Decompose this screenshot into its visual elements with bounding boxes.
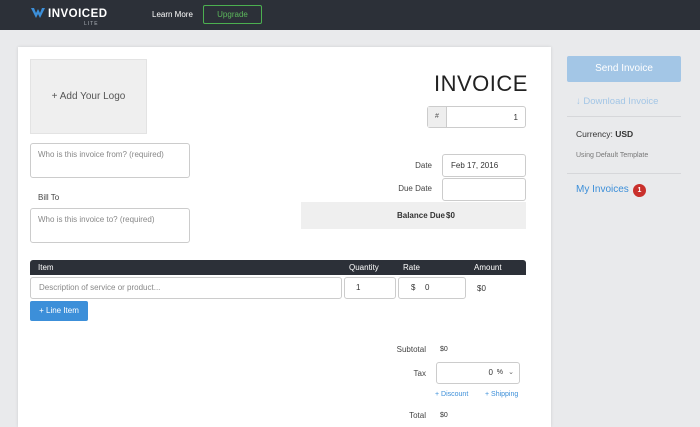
subtotal-label: Subtotal: [396, 345, 426, 354]
template-info: Using Default Template: [576, 152, 649, 159]
subtotal-value: $0: [440, 346, 448, 353]
bill-to-field[interactable]: Who is this invoice to? (required): [30, 208, 190, 243]
item-quantity-input[interactable]: 1: [344, 277, 396, 299]
header-item: Item: [38, 263, 54, 272]
download-invoice-label: Download Invoice: [583, 96, 659, 107]
currency-value: USD: [615, 129, 634, 139]
balance-due-value: $0: [446, 211, 455, 220]
balance-due-row: Balance Due $0: [301, 202, 526, 229]
sidebar-divider: [567, 116, 681, 117]
add-line-item-button[interactable]: + Line Item: [30, 301, 88, 321]
tax-label: Tax: [413, 369, 426, 378]
download-invoice-link[interactable]: ↓ Download Invoice: [576, 96, 658, 107]
currency-setting[interactable]: Currency: USD: [576, 129, 633, 139]
logo-text: INVOICED: [48, 8, 108, 20]
date-field[interactable]: Feb 17, 2016: [442, 154, 526, 177]
tax-value: 0: [488, 368, 493, 377]
rate-value: 0: [425, 283, 430, 292]
invoice-title: INVOICE: [434, 71, 528, 96]
due-date-field[interactable]: [442, 178, 526, 201]
tax-input[interactable]: 0 % ⌄: [436, 362, 520, 384]
invoice-number-value[interactable]: 1: [514, 113, 518, 122]
add-discount-link[interactable]: + Discount: [435, 391, 468, 398]
invoice-number-field[interactable]: # 1: [427, 106, 526, 128]
number-prefix: #: [428, 107, 447, 127]
logo-subtext: LITE: [84, 21, 99, 27]
from-field[interactable]: Who is this invoice from? (required): [30, 143, 190, 178]
download-icon: ↓: [576, 96, 581, 107]
header-amount: Amount: [474, 263, 502, 272]
item-description-input[interactable]: Description of service or product...: [30, 277, 342, 299]
date-label: Date: [415, 161, 432, 170]
chevron-down-icon[interactable]: ⌄: [508, 363, 514, 383]
top-nav: INVOICED LITE Learn More Upgrade: [0, 0, 700, 30]
due-date-label: Due Date: [398, 184, 432, 193]
total-value: $0: [440, 412, 448, 419]
invoice-paper: + Add Your Logo Who is this invoice from…: [18, 47, 551, 427]
upgrade-button[interactable]: Upgrade: [203, 5, 262, 24]
tax-unit: %: [496, 369, 503, 376]
app-logo[interactable]: INVOICED LITE: [31, 7, 121, 27]
sidebar-divider: [567, 173, 681, 174]
total-label: Total: [409, 411, 426, 420]
logo-mark-icon: [31, 8, 45, 18]
invoices-count-badge: 1: [633, 184, 646, 197]
send-invoice-button[interactable]: Send Invoice: [567, 56, 681, 82]
add-shipping-link[interactable]: + Shipping: [485, 391, 518, 398]
add-logo-button[interactable]: + Add Your Logo: [30, 59, 147, 134]
currency-label: Currency:: [576, 129, 613, 139]
header-quantity: Quantity: [349, 263, 379, 272]
balance-due-label: Balance Due: [396, 211, 445, 220]
items-table-header: Item Quantity Rate Amount: [30, 260, 526, 275]
my-invoices-link[interactable]: My Invoices: [576, 184, 629, 195]
item-amount: $0: [477, 284, 486, 293]
item-rate-input[interactable]: $ 0: [398, 277, 466, 299]
bill-to-label: Bill To: [38, 193, 60, 202]
rate-currency: $: [411, 283, 416, 292]
learn-more-link[interactable]: Learn More: [152, 10, 193, 19]
header-rate: Rate: [403, 263, 420, 272]
